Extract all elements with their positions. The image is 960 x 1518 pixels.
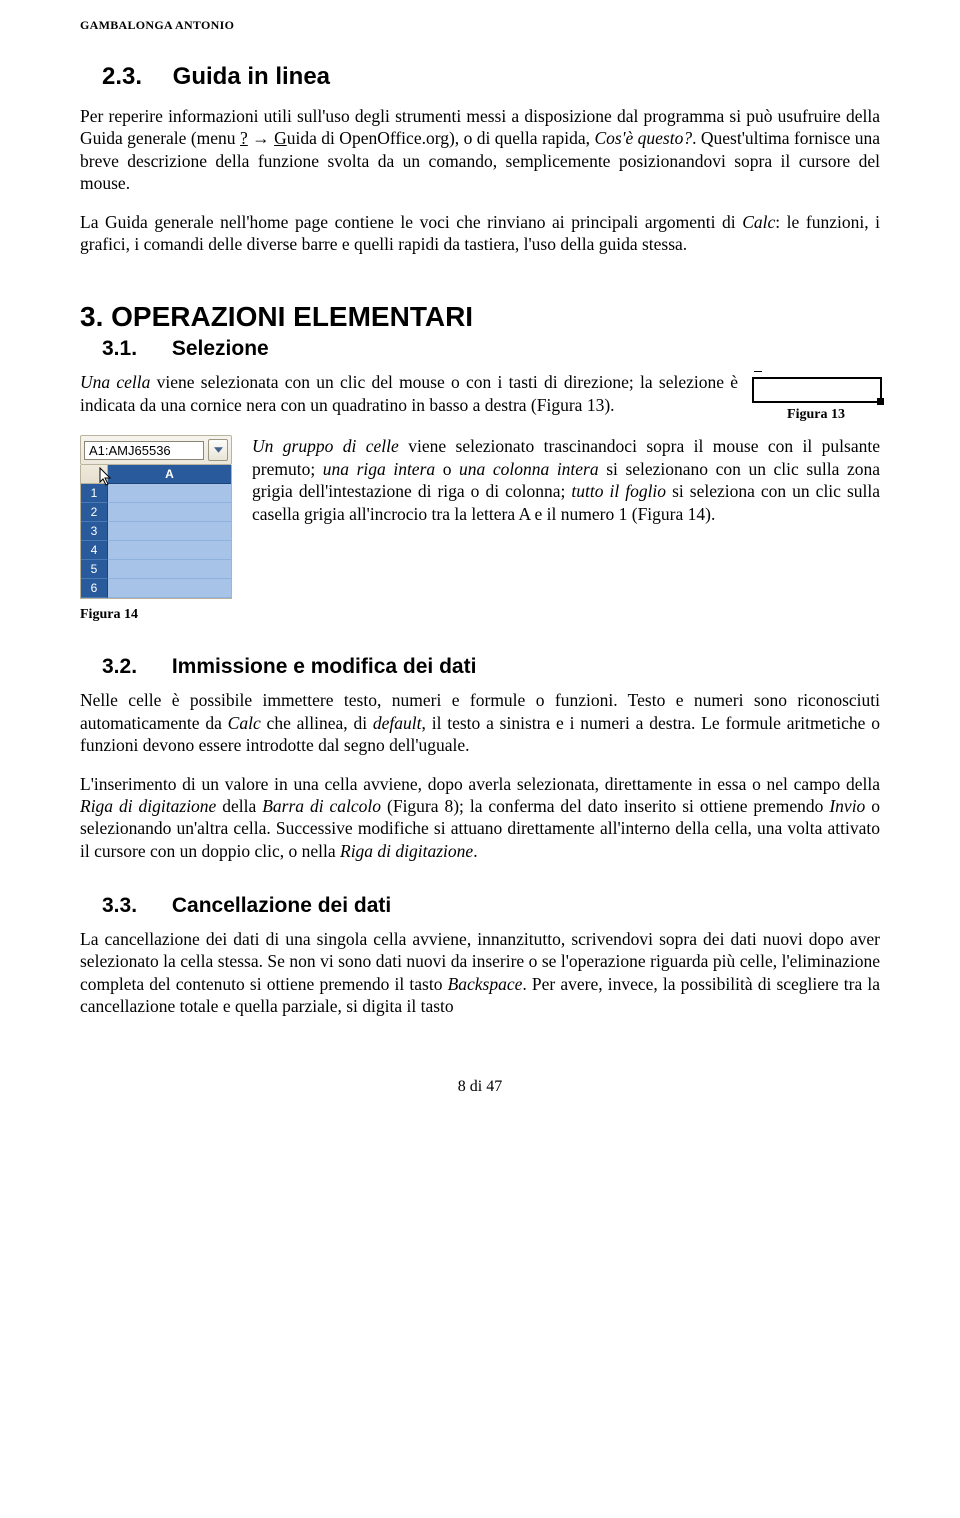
figure-14-caption: Figura 14 xyxy=(80,607,880,623)
tick-mark xyxy=(754,371,762,372)
name-box-dropdown[interactable] xyxy=(208,439,228,461)
heading-title: Cancellazione dei dati xyxy=(172,894,391,917)
paragraph: Per reperire informazioni utili sull'uso… xyxy=(80,105,880,195)
author-header: GAMBALONGA ANTONIO xyxy=(80,18,880,33)
paragraph: Nelle celle è possibile immettere testo,… xyxy=(80,689,880,756)
row-header[interactable]: 5 xyxy=(81,560,108,579)
row-header[interactable]: 3 xyxy=(81,522,108,541)
cell[interactable] xyxy=(108,541,231,560)
page-number: 8 di 47 xyxy=(80,1078,880,1096)
figure-13-caption: Figura 13 xyxy=(752,407,880,423)
cell[interactable] xyxy=(108,579,231,598)
heading-number: 2.3. xyxy=(102,63,166,91)
paragraph: Una cella viene selezionata con un clic … xyxy=(80,371,738,416)
heading-title: Immissione e modifica dei dati xyxy=(172,655,477,678)
spreadsheet-grid: A 1 2 3 4 5 6 xyxy=(80,465,232,599)
select-all-corner[interactable] xyxy=(81,465,108,484)
cell[interactable] xyxy=(108,484,231,503)
figure-14: A1:AMJ65536 A 1 2 xyxy=(80,435,232,599)
heading-number: 3.1. xyxy=(102,337,166,361)
paragraph: Un gruppo di celle viene selezionato tra… xyxy=(252,435,880,525)
row-header[interactable]: 1 xyxy=(81,484,108,503)
selection-box-illustration xyxy=(752,377,882,403)
chevron-down-icon xyxy=(214,447,223,453)
heading-2-3: 2.3. Guida in linea xyxy=(102,63,880,91)
name-box-bar: A1:AMJ65536 xyxy=(80,435,232,465)
cell[interactable] xyxy=(108,503,231,522)
fill-handle xyxy=(877,398,884,405)
heading-title: Selezione xyxy=(172,337,269,360)
column-header-A[interactable]: A xyxy=(108,465,231,484)
heading-3: 3. OPERAZIONI ELEMENTARI xyxy=(80,301,880,333)
paragraph: La cancellazione dei dati di una singola… xyxy=(80,928,880,1018)
heading-number: 3.3. xyxy=(102,894,166,918)
row-header[interactable]: 4 xyxy=(81,541,108,560)
row-header[interactable]: 6 xyxy=(81,579,108,598)
heading-3-3: 3.3. Cancellazione dei dati xyxy=(102,894,880,918)
cell[interactable] xyxy=(108,560,231,579)
name-box-input[interactable]: A1:AMJ65536 xyxy=(84,441,204,460)
row-header[interactable]: 2 xyxy=(81,503,108,522)
heading-number: 3.2. xyxy=(102,655,166,679)
heading-title: Guida in linea xyxy=(173,63,330,90)
paragraph: L'inserimento di un valore in una cella … xyxy=(80,773,880,863)
paragraph: La Guida generale nell'home page contien… xyxy=(80,211,880,256)
figure-13: Figura 13 xyxy=(752,377,880,423)
cell[interactable] xyxy=(108,522,231,541)
heading-3-1: 3.1. Selezione xyxy=(102,337,880,361)
heading-3-2: 3.2. Immissione e modifica dei dati xyxy=(102,655,880,679)
